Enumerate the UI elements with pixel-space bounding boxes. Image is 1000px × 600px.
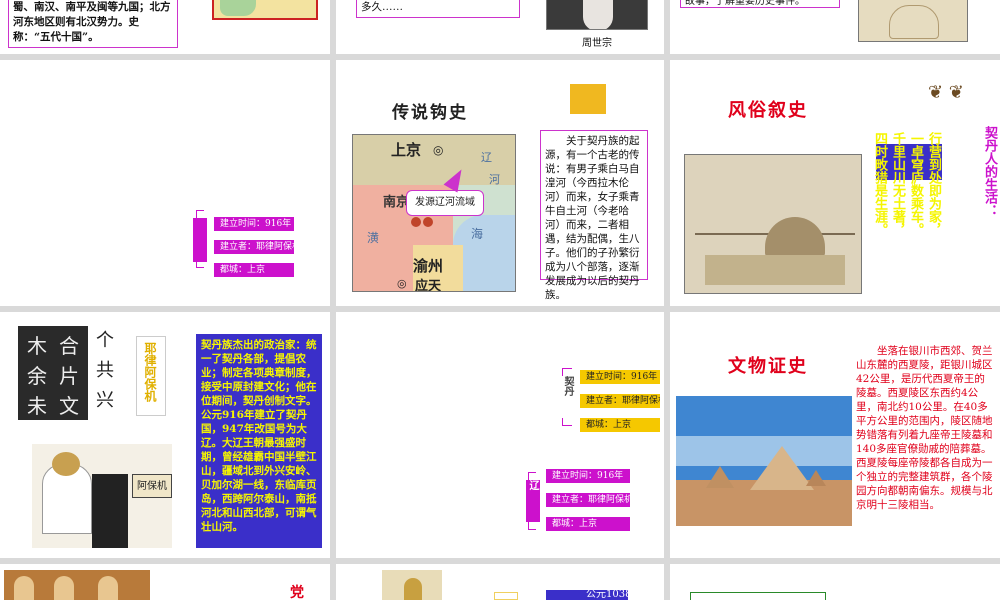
outline-brace-tab xyxy=(193,218,207,262)
outline-item-founder: 建立者：耶律阿保机 xyxy=(546,493,630,507)
portrait-caption: 周世宗 xyxy=(582,38,612,49)
slide-title: 风俗叙史 xyxy=(728,100,808,121)
tombs-photo xyxy=(676,396,852,526)
side-label: 契丹人的生活： xyxy=(982,126,997,217)
statue-image xyxy=(382,570,442,600)
slide-label: 党 xyxy=(290,585,304,600)
seal-char: 片 xyxy=(59,364,79,388)
slide-r4c2[interactable]: 公元1038 xyxy=(336,564,664,600)
seal-char: 合 xyxy=(59,334,79,358)
map-label: 海 xyxy=(471,227,484,241)
slide-title: 传说钩史 xyxy=(392,103,468,123)
seal-char: 兴 xyxy=(96,390,114,411)
painting-image xyxy=(684,154,862,294)
slide-r3c1[interactable]: 木 合 共 余 片 元 未 文 八 个 共 兴 耶律阿保机 阿保机 契丹族杰出的… xyxy=(0,312,330,558)
slide-r4c3[interactable] xyxy=(670,564,1000,600)
slide-r2c1[interactable]: 建立时间：916年 建立者：耶律阿保机 都城：上京 xyxy=(0,60,330,306)
outline-item-founder: 建立者：耶律阿保机 xyxy=(580,394,660,408)
map-label: 应天 xyxy=(415,279,442,292)
portrait-painting: 阿保机 xyxy=(32,444,172,548)
slide-title: 文物证史 xyxy=(728,356,808,377)
outline-brace-lower-label: 辽 xyxy=(526,480,540,522)
slide-r2c2[interactable]: 传说钩史 上京 ◎ 南京 潢 辽 海 河 渝州 应天 ◎ 发源辽河流域 关于契丹… xyxy=(336,60,664,306)
yellow-square xyxy=(570,84,606,114)
portrait-image xyxy=(546,0,648,30)
map-label: 河 xyxy=(489,173,500,186)
script-inscription-image-2 xyxy=(124,326,134,420)
slide-r3c2[interactable]: 契丹 建立时间：916年 建立者：耶律阿保机 都城：上京 辽 建立时间：916年… xyxy=(336,312,664,558)
name-label: 耶律阿保机 xyxy=(143,342,157,402)
map-label: 潢 xyxy=(367,231,380,245)
outline-item-founded: 建立时间：916年 xyxy=(546,469,630,483)
map-label: 渝州 xyxy=(413,257,444,275)
outline-item-capital: 都城：上京 xyxy=(214,263,294,277)
seal-char: 木 xyxy=(27,334,47,358)
slide-r2c3[interactable]: 风俗叙史 ❦ ❦ 行营到处即为家， 一卓穹庐数乘车。 千里山川无土著， 四时畋猎… xyxy=(670,60,1000,306)
slide-r1c1[interactable]: 蜀、南汉、南平及闽等九国；北方河东地区则有北汉势力。史称：“五代十国”。 xyxy=(0,0,330,54)
seal-char: 余 xyxy=(27,364,47,388)
seal-char: 文 xyxy=(59,394,79,418)
painting-image xyxy=(858,0,968,42)
info-box: 公元1038 xyxy=(546,590,628,600)
map-label: 上京 xyxy=(391,141,422,159)
birds-icon: ❦ ❦ xyxy=(928,82,964,103)
slide-r3c3[interactable]: 文物证史 坐落在银川市西郊、贺兰山东麓的西夏陵，距银川城区42公里，是历代西夏帝… xyxy=(670,312,1000,558)
outline-brace-label: 契丹 xyxy=(562,376,573,396)
map-thumbnail xyxy=(212,0,318,20)
outline-item-founder: 建立者：耶律阿保机 xyxy=(214,240,294,254)
outline-item-capital: 都城：上京 xyxy=(580,418,660,432)
poem-column: 四时畋猎是生涯。 xyxy=(872,132,887,236)
outline-item-founded: 建立时间：916年 xyxy=(580,370,660,384)
seal-char: 个 xyxy=(96,330,114,351)
poem-column: 千里山川无土著， xyxy=(890,132,905,236)
poem-column: 一卓穹庐数乘车。 xyxy=(908,132,923,236)
map-label: 辽 xyxy=(481,151,492,164)
seal-glyphs: 个 共 兴 xyxy=(88,326,122,420)
poem-column: 行营到处即为家， xyxy=(926,132,941,236)
slide-r1c2[interactable]: 多久…… 周世宗 xyxy=(336,0,664,54)
yellow-square xyxy=(494,592,518,600)
description-text: 坐落在银川市西郊、贺兰山东麓的西夏陵，距银川城区42公里，是历代西夏帝王的陵墓。… xyxy=(856,345,993,511)
outline-item-founded: 建立时间：916年 xyxy=(214,217,294,231)
slide-r4c1[interactable]: 党 xyxy=(0,564,330,600)
slide-text: 多久…… xyxy=(356,0,520,18)
info-box: 契丹族杰出的政治家：统一了契丹各部，提倡农业；制定各项典章制度，接受中原封建文化… xyxy=(196,334,322,548)
slide-text: 蜀、南汉、南平及闽等九国；北方河东地区则有北汉势力。史称：“五代十国”。 xyxy=(8,0,178,48)
seal-char: 共 xyxy=(96,360,114,381)
slide-r1c3[interactable]: 故事，了解重要历史事件。 xyxy=(670,0,1000,54)
slide-text: 故事，了解重要历史事件。 xyxy=(680,0,840,8)
outline-item-capital: 都城：上京 xyxy=(546,517,630,531)
callout-bubble: 发源辽河流域 xyxy=(406,190,484,216)
seal-char: 未 xyxy=(27,394,47,418)
bordered-box xyxy=(690,592,826,600)
legend-text: 关于契丹族的起源，有一个古老的传说：有男子乘白马自湟河（今西拉木伦河）而来，女子… xyxy=(540,130,648,301)
portrait-label: 阿保机 xyxy=(132,474,172,498)
painting-strip xyxy=(4,570,150,600)
